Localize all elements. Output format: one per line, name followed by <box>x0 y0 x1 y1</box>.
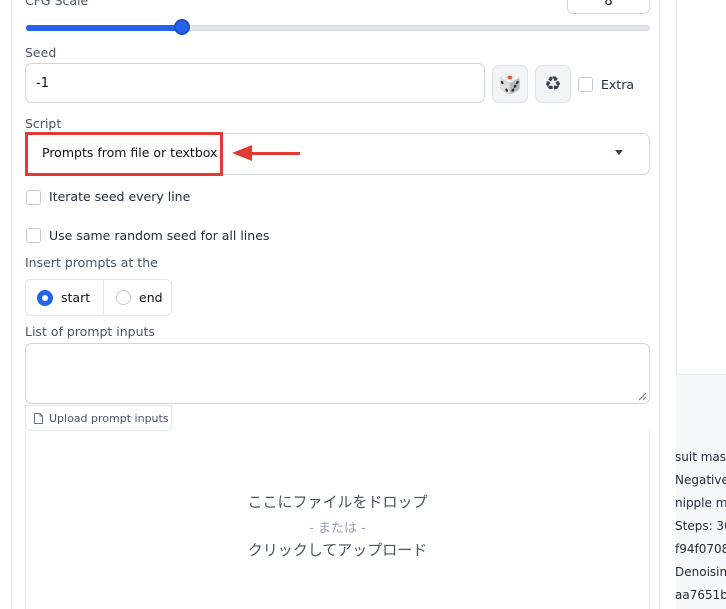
drop-or-separator: - または - <box>309 521 366 536</box>
prompt-inputs-textarea[interactable] <box>25 343 650 404</box>
iterate-seed-label: Iterate seed every line <box>49 189 191 204</box>
resize-grip-icon[interactable] <box>638 392 647 401</box>
cfg-scale-slider-thumb[interactable] <box>174 19 190 35</box>
extra-label: Extra <box>601 77 634 92</box>
seed-input[interactable]: -1 <box>25 63 485 103</box>
file-icon <box>34 412 43 424</box>
chevron-down-icon <box>615 150 623 155</box>
output-image-area <box>676 0 726 375</box>
recycle-icon: ♻ <box>544 73 562 95</box>
radio-selected-icon <box>37 289 53 306</box>
random-seed-button[interactable]: 🎲 <box>492 65 528 103</box>
cfg-scale-number-input[interactable]: 8 <box>567 0 650 14</box>
same-seed-label: Use same random seed for all lines <box>49 228 270 243</box>
same-seed-checkbox[interactable] <box>26 228 41 243</box>
extra-checkbox[interactable] <box>578 77 593 92</box>
radio-option-label: end <box>139 290 163 305</box>
upload-prompt-inputs-tab[interactable]: Upload prompt inputs <box>25 405 172 431</box>
iterate-seed-checkbox[interactable] <box>26 190 41 205</box>
dice-icon: 🎲 <box>498 73 522 95</box>
cfg-scale-slider-fill <box>26 25 182 31</box>
script-label: Script <box>25 116 62 131</box>
radio-option-label: start <box>61 290 91 305</box>
annotation-arrow-shaft <box>252 152 300 155</box>
info-text-line: f94f0708 <box>675 542 726 556</box>
annotation-arrow-icon <box>232 145 252 161</box>
info-text-line: Steps: 30 <box>675 519 726 533</box>
upload-tab-label: Upload prompt inputs <box>49 411 169 425</box>
radio-unselected-icon <box>116 290 131 305</box>
panel-left-border <box>11 0 12 609</box>
info-text-line: Negative <box>675 473 726 487</box>
click-to-upload-instruction: クリックしてアップロード <box>247 541 428 559</box>
radio-option-end[interactable]: end <box>116 279 163 316</box>
cfg-scale-label: CFG Scale <box>25 0 89 8</box>
info-text-line: nipple m <box>675 496 726 510</box>
reuse-seed-button[interactable]: ♻ <box>535 65 571 103</box>
radio-option-start[interactable]: start <box>37 279 90 316</box>
prompt-inputs-label: List of prompt inputs <box>25 324 155 339</box>
drop-instruction: ここにファイルをドロップ <box>247 493 428 511</box>
info-text-line: Denoisin <box>675 565 726 579</box>
info-text-line: aa7651b <box>675 588 726 602</box>
radio-divider <box>103 279 104 316</box>
panel-right-border <box>659 0 660 609</box>
annotation-highlight-box <box>25 132 223 176</box>
insert-prompts-label: Insert prompts at the <box>25 255 158 270</box>
seed-label: Seed <box>25 45 57 60</box>
info-text-line: suit mast <box>675 450 726 464</box>
